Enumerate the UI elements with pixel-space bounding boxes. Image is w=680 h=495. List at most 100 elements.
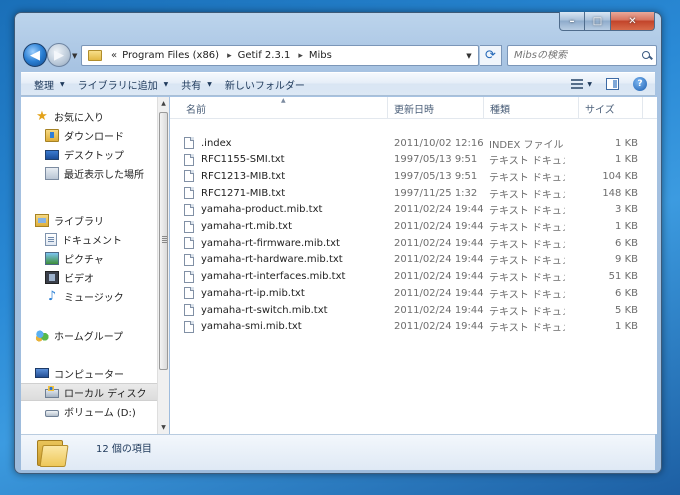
address-bar[interactable]: « Program Files (x86) ▸ Getif 2.3.1 ▸ Mi… (81, 45, 479, 66)
address-history-dropdown[interactable]: ▼ (460, 52, 478, 60)
help-icon[interactable]: ? (633, 77, 647, 91)
file-name: yamaha-rt-hardware.mib.txt (201, 254, 343, 266)
file-row[interactable]: yamaha-rt-ip.mib.txt 2011/02/24 19:44 テキスト… (184, 285, 644, 301)
scroll-up-arrow[interactable]: ▲ (158, 97, 169, 110)
file-row[interactable]: yamaha-rt-interfaces.mib.txt 2011/02/24 1… (184, 269, 644, 285)
refresh-button[interactable]: ⟳ (480, 45, 502, 66)
file-row[interactable]: yamaha-rt-hardware.mib.txt 2011/02/24 19:… (184, 252, 644, 268)
maximize-button[interactable]: □ (585, 12, 611, 31)
file-size: 5 KB (615, 304, 638, 316)
file-size: 1 KB (615, 221, 638, 232)
breadcrumb-separator[interactable]: ▸ (227, 51, 232, 61)
file-date: 2011/02/24 19:44 (394, 221, 484, 232)
folder-icon (88, 50, 102, 61)
file-name: RFC1271-MIB.txt (201, 187, 286, 199)
nav-pictures-label: ピクチャ (64, 254, 104, 266)
file-type: テキスト ドキュメント (489, 223, 565, 234)
file-name: yamaha-rt-switch.mib.txt (201, 304, 328, 316)
nav-music[interactable]: ♪ ミュージック (45, 287, 124, 305)
back-button[interactable]: ◀ (23, 43, 47, 67)
breadcrumb-mibs[interactable]: Mibs (309, 50, 332, 61)
file-size: 104 KB (602, 170, 638, 182)
column-type[interactable]: 種類 (484, 97, 579, 119)
homegroup-icon (35, 328, 49, 342)
file-row[interactable]: yamaha-rt-switch.mib.txt 2011/02/24 19:44… (184, 302, 644, 318)
file-row[interactable]: .index 2011/10/02 12:16 INDEX ファイル 1 KB (184, 135, 644, 151)
file-type: テキスト ドキュメント (489, 256, 565, 268)
arrow-right-icon: ▶ (54, 47, 64, 63)
recent-pages-dropdown[interactable]: ▼ (72, 52, 77, 60)
file-date: 2011/02/24 19:44 (394, 321, 484, 333)
forward-button[interactable]: ▶ (47, 43, 71, 67)
file-row[interactable]: RFC1271-MIB.txt 1997/11/25 1:32 テキスト ドキュメン… (184, 185, 644, 201)
nav-desktop-label: デスクトップ (64, 150, 124, 162)
share-button[interactable]: 共有 ▼ (181, 77, 212, 92)
computer-icon (35, 368, 49, 378)
nav-desktop[interactable]: デスクトップ (45, 145, 124, 163)
text-file-icon (184, 153, 194, 166)
caption-buttons: – □ ✕ (559, 12, 655, 31)
navigation-pane: ★ お気に入り ダウンロード デスクトップ 最近表示した場所 ライブラリ ドキュ… (21, 97, 158, 434)
file-row[interactable]: yamaha-rt.mib.txt 2011/02/24 19:44 テキスト ドキ… (184, 219, 644, 235)
breadcrumb-program-files[interactable]: Program Files (x86) (122, 50, 219, 61)
scroll-grip (162, 236, 167, 243)
file-row[interactable]: yamaha-product.mib.txt 2011/02/24 19:44 テキ… (184, 202, 644, 218)
nav-volume-d[interactable]: ボリューム (D:) (45, 402, 136, 420)
file-size: 51 KB (608, 271, 638, 283)
file-size: 6 KB (615, 287, 638, 299)
file-date: 2011/02/24 19:44 (394, 271, 484, 283)
search-icon[interactable] (642, 50, 652, 61)
file-row[interactable]: RFC1213-MIB.txt 1997/05/13 9:51 テキスト ドキュメン… (184, 168, 644, 184)
nav-computer[interactable]: コンピューター (35, 364, 124, 382)
organize-label: 整理 (34, 80, 54, 92)
organize-button[interactable]: 整理 ▼ (34, 77, 65, 92)
include-in-library-button[interactable]: ライブラリに追加 ▼ (78, 77, 169, 92)
file-date: 1997/11/25 1:32 (394, 187, 478, 199)
nav-pictures[interactable]: ピクチャ (45, 249, 104, 267)
file-date: 2011/02/24 19:44 (394, 237, 484, 249)
address-overflow-chevron[interactable]: « (111, 50, 117, 61)
text-file-icon (184, 170, 194, 183)
nav-favorites[interactable]: ★ お気に入り (35, 107, 104, 125)
file-name: RFC1213-MIB.txt (201, 170, 286, 182)
nav-recent-places[interactable]: 最近表示した場所 (45, 164, 144, 182)
minimize-button[interactable]: – (559, 12, 585, 31)
column-date-modified[interactable]: 更新日時 (388, 97, 484, 119)
file-row[interactable]: RFC1155-SMI.txt 1997/05/13 9:51 テキスト ドキュメン… (184, 152, 644, 168)
search-box[interactable] (507, 45, 657, 66)
file-size: 3 KB (615, 204, 638, 216)
nav-local-disk[interactable]: ローカル ディスク (21, 383, 157, 401)
column-size[interactable]: サイズ (579, 97, 643, 119)
text-file-icon (184, 137, 194, 149)
new-folder-button[interactable]: 新しいフォルダー (225, 77, 305, 92)
file-date: 2011/02/24 19:44 (394, 254, 484, 266)
file-type: テキスト ドキュメント (489, 273, 565, 285)
scroll-down-arrow[interactable]: ▼ (158, 421, 169, 434)
chevron-down-icon: ▼ (60, 80, 65, 88)
nav-homegroup[interactable]: ホームグループ (35, 326, 123, 344)
local-disk-icon (45, 386, 59, 398)
views-icon[interactable] (571, 79, 584, 89)
search-input[interactable] (514, 50, 630, 61)
nav-documents[interactable]: ドキュメント (45, 230, 122, 248)
file-name: yamaha-smi.mib.txt (201, 321, 302, 333)
file-name: .index (201, 137, 232, 149)
star-icon: ★ (36, 108, 48, 124)
file-name: yamaha-rt-interfaces.mib.txt (201, 271, 346, 283)
nav-libraries[interactable]: ライブラリ (35, 211, 104, 229)
nav-downloads[interactable]: ダウンロード (45, 126, 124, 144)
file-type: テキスト ドキュメント (489, 206, 565, 218)
close-button[interactable]: ✕ (611, 12, 655, 31)
navigation-scrollbar[interactable]: ▲ ▼ (157, 97, 169, 434)
command-bar: 整理 ▼ ライブラリに追加 ▼ 共有 ▼ 新しいフォルダー ▼ ? (21, 72, 655, 96)
views-dropdown[interactable]: ▼ (587, 81, 592, 88)
preview-pane-icon[interactable] (606, 78, 619, 90)
breadcrumb-separator[interactable]: ▸ (298, 51, 303, 61)
file-row[interactable]: yamaha-smi.mib.txt 2011/02/24 19:44 テキスト ド… (184, 319, 644, 335)
nav-computer-label: コンピューター (54, 369, 124, 381)
nav-videos[interactable]: ビデオ (45, 268, 94, 286)
file-row[interactable]: yamaha-rt-firmware.mib.txt 2011/02/24 19:… (184, 235, 644, 251)
column-name[interactable]: 名前 (180, 97, 388, 119)
scroll-thumb[interactable] (159, 112, 168, 370)
breadcrumb-getif[interactable]: Getif 2.3.1 (238, 50, 291, 61)
